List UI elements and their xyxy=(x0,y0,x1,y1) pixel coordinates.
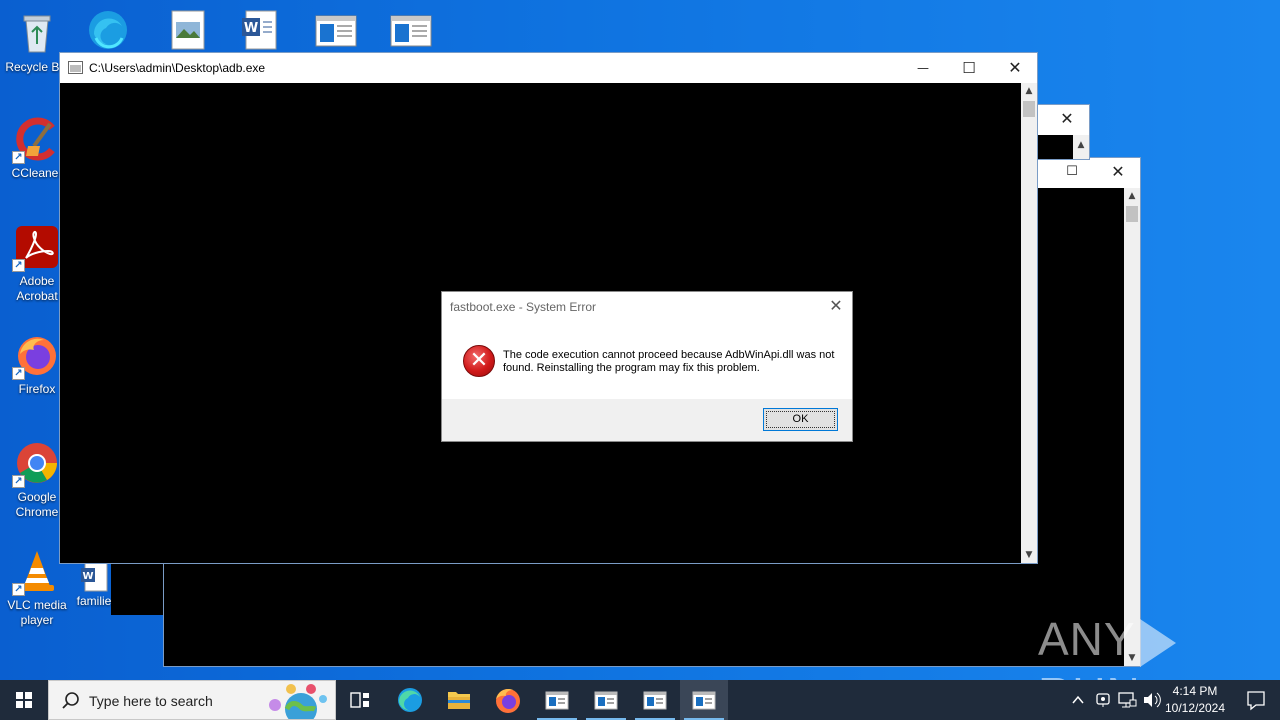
system-error-dialog[interactable]: fastboot.exe - System Error ✕ ✕ The code… xyxy=(441,291,853,442)
tray-device-button[interactable] xyxy=(1091,680,1115,720)
console-area xyxy=(111,563,165,615)
chevron-up-icon xyxy=(1072,695,1084,704)
desktop: W Recycle Bin ↗ CCleaner ↗ Adobe Acrobat… xyxy=(0,0,1280,680)
taskbar-console-window[interactable] xyxy=(533,680,581,720)
clock-time[interactable]: 4:14 PM xyxy=(1164,684,1226,698)
windows-logo-icon xyxy=(16,692,32,708)
taskbar-console-window-active[interactable] xyxy=(680,680,728,720)
notification-icon xyxy=(1247,691,1265,711)
taskbar-firefox[interactable] xyxy=(484,680,532,720)
search-placeholder: Type here to search xyxy=(89,693,213,709)
start-button[interactable] xyxy=(0,680,48,720)
show-hidden-icons-button[interactable] xyxy=(1066,680,1090,720)
word-file-icon[interactable]: W xyxy=(238,8,282,52)
error-message: The code execution cannot proceed becaus… xyxy=(503,349,835,374)
console-window-icon xyxy=(692,691,716,710)
taskbar-edge[interactable] xyxy=(386,680,434,720)
taskbar-file-explorer[interactable] xyxy=(435,680,483,720)
dialog-footer: OK xyxy=(442,399,852,441)
shortcut-arrow-icon: ↗ xyxy=(12,367,25,380)
edge-desktop-icon[interactable] xyxy=(86,8,130,52)
icon-label: VLC media player xyxy=(7,598,67,627)
vertical-scrollbar[interactable]: ▲ ▼ xyxy=(1021,83,1037,563)
console-window-icon xyxy=(545,691,569,710)
vertical-scrollbar[interactable]: ▲ xyxy=(1073,135,1089,159)
search-icon xyxy=(62,692,79,709)
maximize-button[interactable]: ☐ xyxy=(946,53,992,83)
window-title: C:\Users\admin\Desktop\adb.exe xyxy=(89,61,266,75)
edge-icon xyxy=(398,688,422,712)
network-icon xyxy=(1118,692,1137,708)
task-view-icon xyxy=(350,692,369,708)
image-file-icon[interactable] xyxy=(166,8,210,52)
adobe-acrobat-icon: ↗ xyxy=(12,224,60,272)
window-file-icon[interactable] xyxy=(314,8,358,52)
anyrun-watermark: ANY RUN xyxy=(1038,612,1280,680)
notifications-button[interactable] xyxy=(1232,680,1280,720)
watermark-text: RUN xyxy=(1038,668,1141,680)
watermark-text: ANY xyxy=(1038,613,1136,665)
ok-button[interactable]: OK xyxy=(763,408,838,431)
shortcut-arrow-icon: ↗ xyxy=(12,259,25,272)
scroll-thumb[interactable] xyxy=(1126,206,1138,222)
taskbar-console-window[interactable] xyxy=(631,680,679,720)
clock-date[interactable]: 10/12/2024 xyxy=(1160,701,1230,715)
taskbar-console-window[interactable] xyxy=(582,680,630,720)
folder-icon xyxy=(448,692,470,709)
shortcut-arrow-icon: ↗ xyxy=(12,151,25,164)
scroll-up-icon[interactable]: ▲ xyxy=(1073,137,1089,153)
chrome-icon: ↗ xyxy=(12,440,60,488)
console-window-icon xyxy=(643,691,667,710)
dialog-title: fastboot.exe - System Error xyxy=(450,300,597,314)
minimize-button[interactable]: — xyxy=(900,53,946,83)
search-highlight-icon xyxy=(269,684,327,719)
svg-text:W: W xyxy=(82,571,93,582)
background-console-window[interactable] xyxy=(111,563,165,615)
taskbar: Type here to search 4:14 PM 10/12/2024 xyxy=(0,680,1280,720)
title-bar[interactable]: C:\Users\admin\Desktop\adb.exe — ☐ ✕ xyxy=(60,53,1037,83)
taskbar-search-box[interactable]: Type here to search xyxy=(48,680,336,720)
scroll-down-icon[interactable]: ▼ xyxy=(1021,547,1037,563)
vertical-scrollbar[interactable]: ▲ ▼ xyxy=(1124,188,1140,666)
close-button[interactable]: ✕ xyxy=(1095,158,1141,186)
shortcut-arrow-icon: ↗ xyxy=(12,475,25,488)
svg-text:W: W xyxy=(244,21,258,36)
firefox-icon xyxy=(496,689,520,713)
word-file-icon: W xyxy=(79,562,109,592)
tray-network-button[interactable] xyxy=(1115,680,1139,720)
shortcut-arrow-icon: ↗ xyxy=(12,583,25,596)
recycle-bin-icon xyxy=(14,10,60,56)
firefox-icon: ↗ xyxy=(12,332,60,380)
console-app-icon xyxy=(68,61,83,74)
device-icon xyxy=(1096,693,1110,707)
window-file-icon[interactable] xyxy=(389,8,433,52)
scroll-up-icon[interactable]: ▲ xyxy=(1021,83,1037,99)
scroll-up-icon[interactable]: ▲ xyxy=(1124,188,1140,204)
error-icon: ✕ xyxy=(463,345,495,377)
play-logo-icon xyxy=(1139,618,1176,667)
close-button[interactable]: ✕ xyxy=(992,53,1038,83)
scroll-thumb[interactable] xyxy=(1023,101,1035,117)
vlc-cone-icon: ↗ xyxy=(12,548,60,596)
task-view-button[interactable] xyxy=(336,680,384,720)
console-window-icon xyxy=(594,691,618,710)
ccleaner-icon: ↗ xyxy=(12,116,60,164)
dialog-close-button[interactable]: ✕ xyxy=(826,296,846,316)
maximize-button[interactable]: ☐ xyxy=(1049,158,1095,186)
close-button[interactable]: ✕ xyxy=(1044,105,1090,133)
